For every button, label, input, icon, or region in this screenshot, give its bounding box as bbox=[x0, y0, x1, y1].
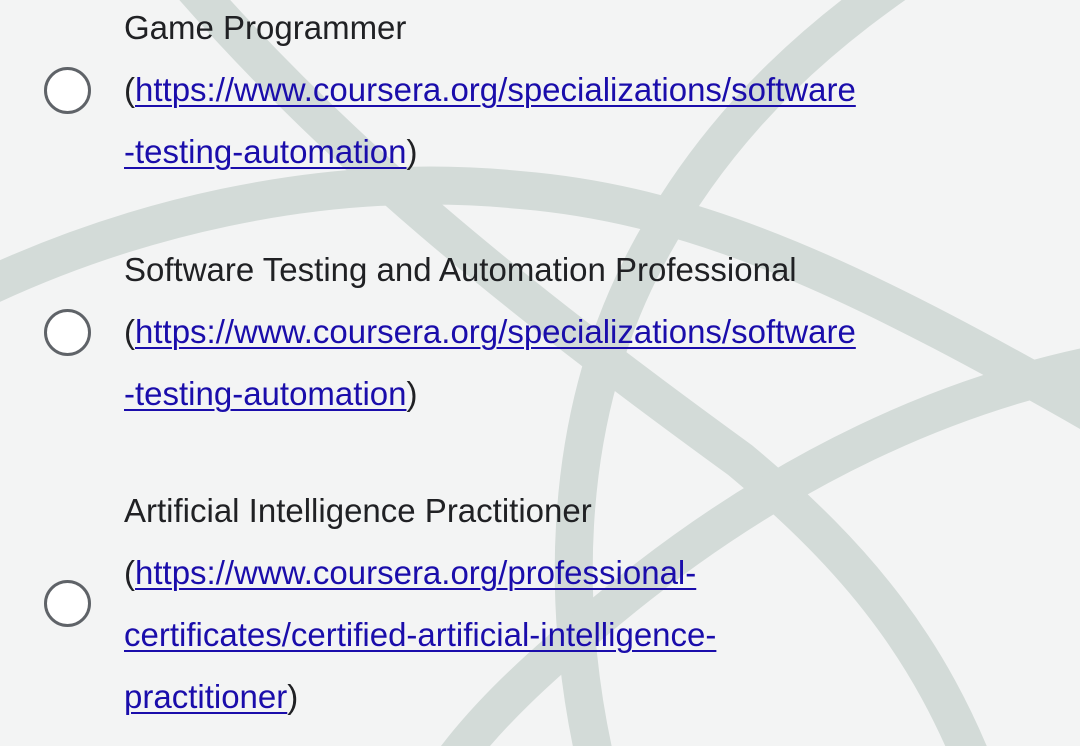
option-label-software-testing: Software Testing and Automation Professi… bbox=[124, 239, 1004, 425]
close-paren: ) bbox=[406, 375, 418, 412]
option-link-line: -testing-automation) bbox=[124, 121, 1004, 183]
radio-button-ai-practitioner[interactable] bbox=[44, 580, 91, 627]
course-link-continued[interactable]: -testing-automation bbox=[124, 375, 406, 412]
option-title: Game Programmer bbox=[124, 9, 407, 46]
option-link-line: (https://www.coursera.org/professional- bbox=[124, 542, 1004, 604]
option-title: Artificial Intelligence Practitioner bbox=[124, 492, 592, 529]
option-link-line: certificates/certified-artificial-intell… bbox=[124, 604, 1004, 666]
open-paren: ( bbox=[124, 554, 135, 591]
option-link-line: (https://www.coursera.org/specialization… bbox=[124, 301, 1004, 363]
radio-button-game-programmer[interactable] bbox=[44, 67, 91, 114]
course-link[interactable]: https://www.coursera.org/specializations… bbox=[135, 313, 856, 350]
course-link[interactable]: https://www.coursera.org/professional- bbox=[135, 554, 696, 591]
option-label-ai-practitioner: Artificial Intelligence Practitioner (ht… bbox=[124, 480, 1004, 728]
close-paren: ) bbox=[287, 678, 299, 715]
option-link-line: (https://www.coursera.org/specialization… bbox=[124, 59, 1004, 121]
option-link-line: -testing-automation) bbox=[124, 363, 1004, 425]
course-link-continued[interactable]: certificates/certified-artificial-intell… bbox=[124, 616, 716, 653]
radio-option-list: Game Programmer (https://www.coursera.or… bbox=[0, 0, 1080, 746]
radio-button-software-testing[interactable] bbox=[44, 309, 91, 356]
option-label-game-programmer: Game Programmer (https://www.coursera.or… bbox=[124, 0, 1004, 183]
open-paren: ( bbox=[124, 71, 135, 108]
course-link[interactable]: https://www.coursera.org/specializations… bbox=[135, 71, 856, 108]
course-link-continued[interactable]: -testing-automation bbox=[124, 133, 406, 170]
course-link-continued[interactable]: practitioner bbox=[124, 678, 287, 715]
close-paren: ) bbox=[406, 133, 418, 170]
option-title: Software Testing and Automation Professi… bbox=[124, 251, 797, 288]
open-paren: ( bbox=[124, 313, 135, 350]
option-link-line: practitioner) bbox=[124, 666, 1004, 728]
